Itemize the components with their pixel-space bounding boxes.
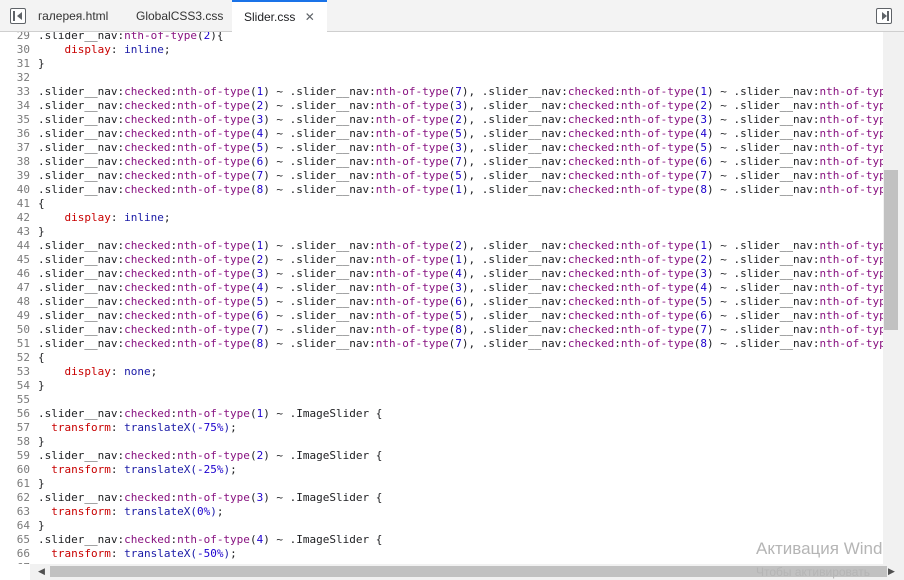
code-text: } [38, 57, 45, 70]
code-text: .slider__nav:checked:nth-of-type(4) ~ .s… [38, 127, 883, 140]
line-number: 55 [16, 393, 30, 406]
line-number: 44 [16, 239, 30, 252]
tab-label: Slider.css [244, 10, 296, 24]
line-number: 30 [16, 43, 30, 56]
code-text: } [38, 477, 45, 490]
code-text: display: none; [64, 365, 158, 378]
line-number: 66 [16, 547, 30, 560]
code-text: } [38, 519, 45, 532]
code-text: .slider__nav:checked:nth-of-type(2) ~ .I… [38, 449, 383, 462]
code-text: } [38, 379, 45, 392]
code-text: } [38, 225, 45, 238]
line-number: 49 [16, 309, 30, 322]
line-number: 32 [16, 71, 30, 84]
code-text: .slider__nav:checked:nth-of-type(3) ~ .s… [38, 267, 883, 280]
code-text: .slider__nav:checked:nth-of-type(1) ~ .I… [38, 407, 383, 420]
toggle-navigator-button[interactable] [10, 8, 26, 24]
line-number: 36 [16, 127, 30, 140]
line-number: 57 [16, 421, 30, 434]
code-text: .slider__nav:checked:nth-of-type(7) ~ .s… [38, 169, 883, 182]
tab-bar: галерея.html GlobalCSS3.css Slider.css ✕ [0, 0, 904, 32]
code-text: .slider__nav:checked:nth-of-type(8) ~ .s… [38, 337, 883, 350]
code-text: .slider__nav:checked:nth-of-type(5) ~ .s… [38, 141, 883, 154]
line-number: 39 [16, 169, 30, 182]
tab-gallery-html[interactable]: галерея.html [38, 0, 108, 32]
panel-bar-icon [13, 11, 15, 21]
line-number: 48 [16, 295, 30, 308]
line-number: 33 [16, 85, 30, 98]
code-text: .slider__nav:checked:nth-of-type(1) ~ .s… [38, 239, 883, 252]
activation-watermark-text: Чтобы активировать [756, 565, 870, 579]
tab-label: GlobalCSS3.css [136, 9, 224, 23]
code-text: } [38, 435, 45, 448]
line-number: 63 [16, 505, 30, 518]
line-number: 58 [16, 435, 30, 448]
line-number: 46 [16, 267, 30, 280]
line-number: 59 [16, 449, 30, 462]
line-number: 54 [16, 379, 30, 392]
line-number: 61 [16, 477, 30, 490]
line-number: 47 [16, 281, 30, 294]
tab-slider-css[interactable]: Slider.css ✕ [232, 0, 327, 32]
line-number: 31 [16, 57, 30, 70]
code-text: .slider__nav:checked:nth-of-type(3) ~ .I… [38, 491, 383, 504]
line-number: 38 [16, 155, 30, 168]
code-text: .slider__nav:checked:nth-of-type(6) ~ .s… [38, 309, 883, 322]
code-text: .slider__nav:nth-of-type(2){ [38, 32, 224, 42]
panel-bar-icon [887, 11, 889, 21]
line-number: 34 [16, 99, 30, 112]
code-text: .slider__nav:checked:nth-of-type(3) ~ .s… [38, 113, 883, 126]
code-text: .slider__nav:checked:nth-of-type(7) ~ .s… [38, 323, 883, 336]
line-number: 65 [16, 533, 30, 546]
code-text: display: inline; [64, 211, 171, 224]
line-number: 29 [16, 32, 30, 42]
code-text: transform: translateX(-25%); [51, 463, 237, 476]
line-number: 45 [16, 253, 30, 266]
vertical-scroll-thumb[interactable] [884, 170, 898, 330]
code-text: transform: translateX(0%); [51, 505, 224, 518]
line-number: 53 [16, 365, 30, 378]
scroll-left-icon[interactable]: ◀ [38, 567, 45, 577]
code-text: .slider__nav:checked:nth-of-type(2) ~ .s… [38, 99, 883, 112]
scroll-right-icon[interactable]: ▶ [888, 567, 895, 577]
line-number: 64 [16, 519, 30, 532]
code-text: display: inline; [64, 43, 171, 56]
arrow-left-icon [17, 12, 22, 20]
line-number: 62 [16, 491, 30, 504]
tab-globalcss3-css[interactable]: GlobalCSS3.css [136, 0, 223, 32]
line-number: 43 [16, 225, 30, 238]
code-text: .slider__nav:checked:nth-of-type(8) ~ .s… [38, 183, 883, 196]
toggle-sidebar-button[interactable] [876, 8, 892, 24]
line-number: 52 [16, 351, 30, 364]
code-editor[interactable]: 29 .slider__nav:nth-of-type(2){ 30 display… [0, 32, 883, 564]
line-number: 60 [16, 463, 30, 476]
line-number: 35 [16, 113, 30, 126]
code-text: .slider__nav:checked:nth-of-type(4) ~ .s… [38, 281, 883, 294]
arrow-right-icon [882, 12, 887, 20]
tab-label: галерея.html [38, 9, 109, 23]
code-text: .slider__nav:checked:nth-of-type(5) ~ .s… [38, 295, 883, 308]
close-tab-icon[interactable]: ✕ [305, 10, 315, 24]
line-number: 56 [16, 407, 30, 420]
code-text: .slider__nav:checked:nth-of-type(2) ~ .s… [38, 253, 883, 266]
activation-watermark-title: Активация Wind [756, 539, 883, 558]
line-number: 50 [16, 323, 30, 336]
code-text: .slider__nav:checked:nth-of-type(4) ~ .I… [38, 533, 383, 546]
line-number: 42 [16, 211, 30, 224]
line-number: 40 [16, 183, 30, 196]
line-number: 67 [0, 561, 30, 564]
code-text: .slider__nav:checked:nth-of-type(6) ~ .s… [38, 155, 883, 168]
code-text: .slider__nav:checked:nth-of-type(1) ~ .s… [38, 85, 883, 98]
line-number: 41 [16, 197, 30, 210]
code-text: { [38, 197, 45, 210]
code-text: transform: translateX(-75%); [51, 421, 237, 434]
code-text: transform: translateX(-50%); [51, 547, 237, 560]
line-number: 51 [16, 337, 30, 350]
code-text: { [38, 351, 45, 364]
line-number: 37 [16, 141, 30, 154]
